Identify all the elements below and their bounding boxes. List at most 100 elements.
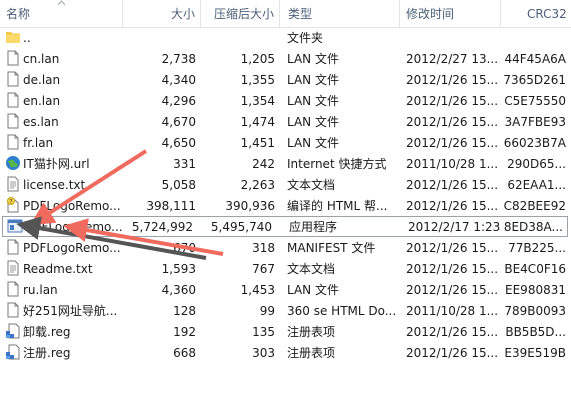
file-compressed-size: 1,355: [240, 73, 275, 87]
file-icon: [5, 134, 21, 151]
file-type: 编译的 HTML 帮...: [287, 199, 388, 213]
file-compressed-size: 303: [252, 346, 275, 360]
file-name: ru.lan: [23, 283, 58, 297]
file-row[interactable]: es.lan 4,670 1,474 LAN 文件 2012/1/26 15... 3A7…: [0, 111, 571, 132]
file-icon: [5, 50, 21, 67]
file-crc: BB5B5D...: [505, 325, 566, 339]
file-size: 4,650: [161, 136, 196, 150]
file-compressed-size: 5,495,740: [210, 220, 272, 234]
file-name: IT猫扑网.url: [23, 157, 90, 171]
file-size: 2,738: [161, 52, 196, 66]
file-crc: BE4C0F16: [504, 262, 566, 276]
file-name: PDFLogoRemo...: [23, 199, 121, 213]
file-type: LAN 文件: [287, 52, 339, 66]
file-crc: 7365D261: [503, 73, 566, 87]
file-type: 文本文档: [287, 178, 336, 192]
file-row[interactable]: ? PDFLogoRemo... 398,111 390,936 编译的 HTML 帮.…: [0, 195, 571, 216]
file-modified: 2012/1/26 15...: [406, 115, 499, 129]
file-type: LAN 文件: [287, 115, 339, 129]
file-crc: 290D65...: [507, 157, 566, 171]
file-compressed-size: 1,451: [240, 136, 275, 150]
column-crc-header[interactable]: CRC32: [527, 6, 567, 22]
column-divider[interactable]: [500, 0, 501, 27]
file-size: 398,111: [146, 199, 196, 213]
file-row[interactable]: fr.lan 4,650 1,451 LAN 文件 2012/1/26 15... 660…: [0, 132, 571, 153]
file-modified: 2012/1/26 15...: [406, 94, 499, 108]
file-compressed-size: 242: [252, 157, 275, 171]
app-icon: [7, 218, 23, 235]
file-name: 好251网址导航...: [23, 304, 118, 318]
file-icon: [5, 239, 21, 256]
file-size: 128: [173, 304, 196, 318]
file-row[interactable]: 好251网址导航... 128 99 360 se HTML Do... 2011/10…: [0, 300, 571, 321]
file-type: 注册表项: [287, 346, 336, 360]
file-size: 4,296: [161, 94, 196, 108]
column-divider[interactable]: [200, 0, 201, 27]
file-type: 应用程序: [289, 220, 338, 234]
file-crc: C5E75550: [504, 94, 566, 108]
column-divider[interactable]: [122, 0, 123, 27]
file-name: en.lan: [23, 94, 61, 108]
file-modified: 2011/10/28 1...: [406, 304, 499, 318]
file-compressed-size: 1,354: [240, 94, 275, 108]
column-modified-header[interactable]: 修改时间: [406, 6, 454, 22]
file-name: Readme.txt: [23, 262, 93, 276]
file-crc: 8ED38A...: [503, 220, 563, 234]
file-type: LAN 文件: [287, 73, 339, 87]
file-crc: [496, 30, 566, 46]
file-row[interactable]: .. 文件夹: [0, 27, 571, 48]
file-name: 卸载.reg: [23, 325, 71, 339]
file-row[interactable]: 注册.reg 668 303 注册表项 2012/1/26 15... E39E519B: [0, 342, 571, 363]
file-size: 5,058: [161, 178, 196, 192]
registry-icon: [5, 344, 21, 361]
file-icon: [5, 92, 21, 109]
text-file-icon: [5, 176, 21, 193]
file-row[interactable]: ru.lan 4,360 1,453 LAN 文件 2012/1/26 15... EE9…: [0, 279, 571, 300]
file-size: 331: [173, 157, 196, 171]
column-divider[interactable]: [399, 0, 400, 27]
help-file-icon: ?: [5, 197, 21, 214]
file-compressed-size: 767: [252, 262, 275, 276]
file-size: 670: [173, 241, 196, 255]
file-modified: 2012/1/26 15...: [406, 241, 499, 255]
file-compressed-size: 390,936: [225, 199, 275, 213]
file-modified: 2012/1/26 15...: [406, 136, 499, 150]
file-size: 1,593: [161, 262, 196, 276]
file-type: Internet 快捷方式: [287, 157, 387, 171]
file-name: PDFLogoRemo...: [23, 241, 121, 255]
file-modified: [406, 30, 506, 46]
file-modified: 2012/1/26 15...: [406, 262, 499, 276]
globe-icon: [5, 155, 21, 172]
file-row[interactable]: PDFLogoRemo... 5,724,992 5,495,740 应用程序 2012…: [2, 216, 568, 237]
file-crc: 77B225...: [508, 241, 566, 255]
file-row[interactable]: en.lan 4,296 1,354 LAN 文件 2012/1/26 15... C5E…: [0, 90, 571, 111]
file-crc: EE980831: [505, 283, 566, 297]
file-row[interactable]: license.txt 5,058 2,263 文本文档 2012/1/26 15...…: [0, 174, 571, 195]
file-crc: 789B0093: [504, 304, 566, 318]
file-row[interactable]: PDFLogoRemo... 670 318 MANIFEST 文件 2012/1/26…: [0, 237, 571, 258]
file-crc: 44F45A6A: [504, 52, 567, 66]
file-modified: 2012/1/26 15...: [406, 283, 499, 297]
file-size: 4,670: [161, 115, 196, 129]
column-divider[interactable]: [279, 0, 280, 27]
file-crc: 62EAA1...: [507, 178, 566, 192]
file-name: de.lan: [23, 73, 61, 87]
file-size: 668: [173, 346, 196, 360]
file-compressed-size: 1,205: [240, 52, 275, 66]
file-row[interactable]: 卸载.reg 192 135 注册表项 2012/1/26 15... BB5B5D...: [0, 321, 571, 342]
file-type: 文本文档: [287, 262, 336, 276]
column-size-header[interactable]: 大小: [171, 6, 195, 22]
file-row[interactable]: de.lan 4,340 1,355 LAN 文件 2012/1/26 15... 736…: [0, 69, 571, 90]
sort-up-arrow-icon: [58, 0, 65, 5]
file-name: 注册.reg: [23, 346, 71, 360]
column-name-header[interactable]: 名称: [6, 6, 30, 22]
file-type: 文件夹: [287, 31, 324, 45]
file-row[interactable]: Readme.txt 1,593 767 文本文档 2012/1/26 15... BE4…: [0, 258, 571, 279]
file-crc: 3A7FBE93: [504, 115, 566, 129]
file-name: cn.lan: [23, 52, 60, 66]
column-type-header[interactable]: 类型: [288, 6, 312, 22]
file-row[interactable]: cn.lan 2,738 1,205 LAN 文件 2012/2/27 13... 44F…: [0, 48, 571, 69]
file-row[interactable]: IT猫扑网.url 331 242 Internet 快捷方式 2011/10/28 1…: [0, 153, 571, 174]
column-compressed-header[interactable]: 压缩后大小: [214, 6, 274, 22]
file-crc: 66023B7A: [503, 136, 566, 150]
